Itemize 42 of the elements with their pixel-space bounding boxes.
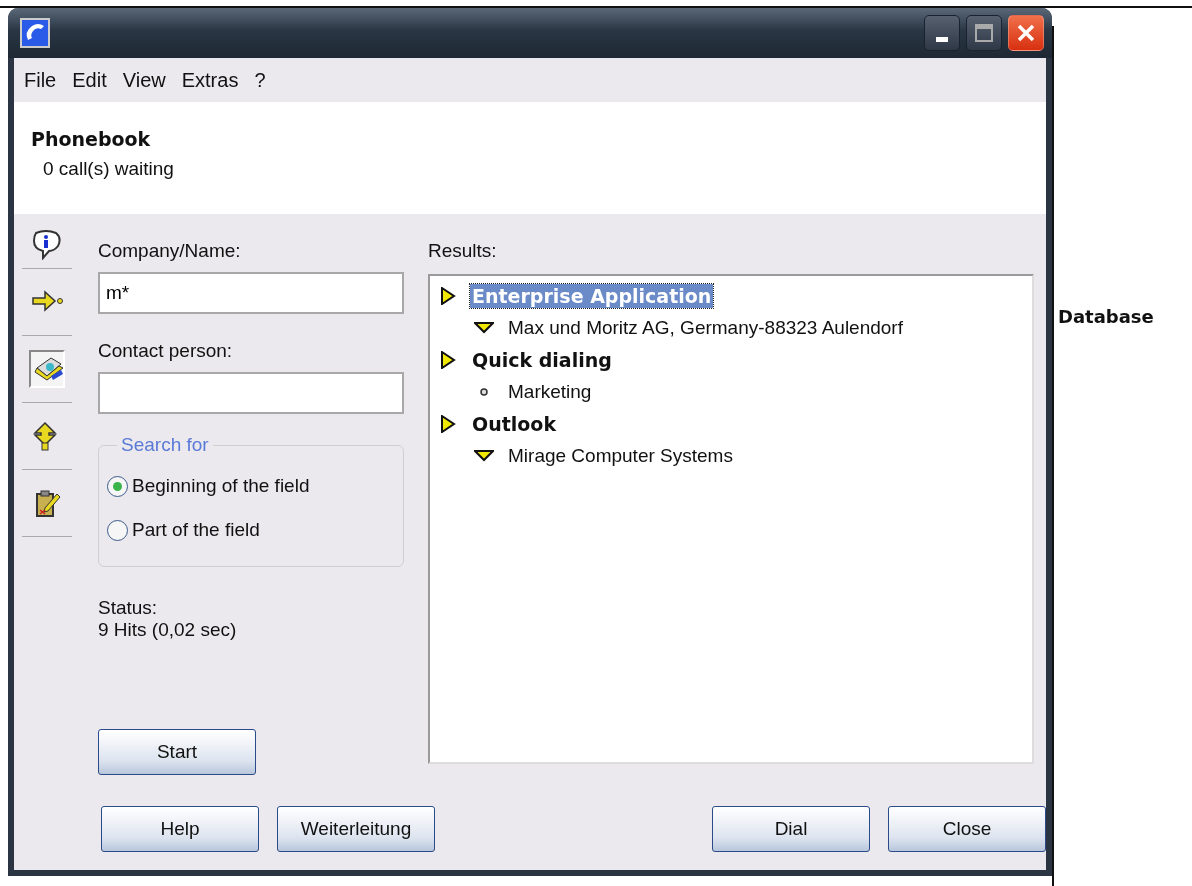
minimize-icon bbox=[936, 37, 948, 42]
info-bubble-icon bbox=[31, 230, 63, 260]
maximize-button[interactable] bbox=[966, 15, 1002, 51]
group-title: Search for bbox=[120, 434, 210, 456]
contact-person-field[interactable] bbox=[98, 372, 404, 414]
status-label: Status: bbox=[98, 597, 159, 619]
side-label: Database bbox=[1058, 306, 1154, 327]
menu-item[interactable]: View bbox=[118, 68, 178, 92]
tree-item[interactable]: Marketing bbox=[508, 381, 592, 403]
radio-button[interactable] bbox=[107, 519, 128, 541]
radio-label: Beginning of the field bbox=[132, 475, 310, 497]
maximize-icon bbox=[973, 22, 995, 44]
triangle-right-icon bbox=[440, 287, 456, 305]
minimize-button[interactable] bbox=[924, 15, 960, 51]
dialog-button[interactable]: Dial bbox=[712, 806, 870, 852]
dialog-button[interactable]: Close bbox=[888, 806, 1046, 852]
dialog-button[interactable]: Help bbox=[101, 806, 259, 852]
start-button[interactable]: Start bbox=[98, 729, 256, 775]
field-label: Contact person: bbox=[98, 340, 234, 362]
menu-item[interactable]: ? bbox=[250, 68, 278, 92]
toolbar-button[interactable] bbox=[29, 350, 65, 388]
tree-item[interactable]: Max und Moritz AG, Germany-88323 Aulendorf bbox=[508, 317, 903, 339]
menu-item[interactable]: File bbox=[20, 68, 69, 92]
close-button[interactable] bbox=[1008, 15, 1044, 51]
radio-button[interactable] bbox=[107, 475, 128, 497]
header-subtitle: 0 call(s) waiting bbox=[43, 158, 175, 180]
triangle-right-icon bbox=[440, 351, 456, 369]
phone-app-icon bbox=[20, 18, 50, 48]
tree-group[interactable]: Outlook bbox=[470, 412, 558, 436]
close-icon bbox=[1015, 22, 1037, 44]
dialog-button[interactable]: Weiterleitung bbox=[277, 806, 435, 852]
menu-item[interactable]: Extras bbox=[177, 68, 251, 92]
tree-item[interactable]: Mirage Computer Systems bbox=[508, 445, 733, 467]
status-text: 9 Hits (0,02 sec) bbox=[98, 619, 238, 641]
field-label: Company/Name: bbox=[98, 240, 242, 262]
triangle-right-icon bbox=[440, 415, 456, 433]
tree-group[interactable]: Quick dialing bbox=[470, 348, 614, 372]
menu-item[interactable]: Edit bbox=[68, 68, 119, 92]
radio-label: Part of the field bbox=[132, 519, 260, 541]
header-title: Phonebook bbox=[31, 128, 152, 150]
results-label: Results: bbox=[428, 240, 498, 262]
company-name-field[interactable]: m* bbox=[98, 272, 404, 314]
